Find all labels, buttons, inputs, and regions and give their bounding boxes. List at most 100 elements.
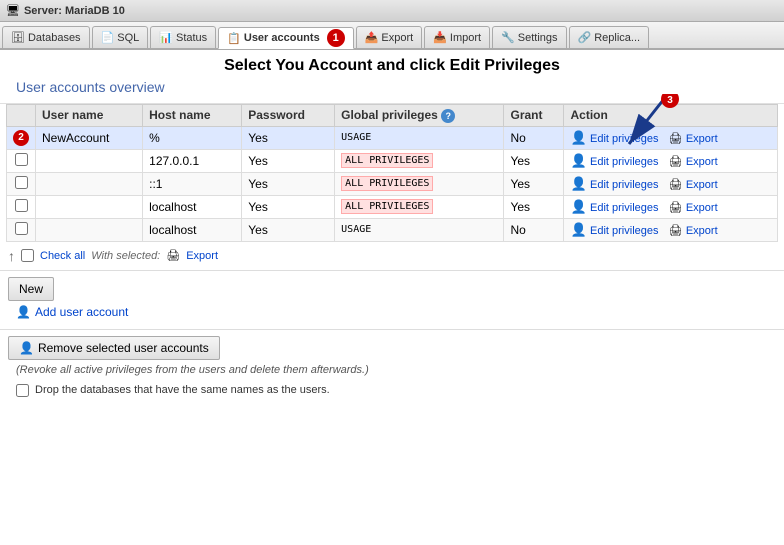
tab-export[interactable]: 📤 Export xyxy=(356,26,423,48)
row4-password: Yes xyxy=(242,195,335,218)
row1-privilege: USAGE xyxy=(335,126,504,149)
step2-badge: 2 xyxy=(13,130,29,146)
row2-password: Yes xyxy=(242,149,335,172)
table-row: 2 NewAccount % Yes USAGE No 👤 xyxy=(7,126,778,149)
row2-edit-link[interactable]: Edit privileges xyxy=(590,156,658,168)
row1-password: Yes xyxy=(242,126,335,149)
row3-export-link[interactable]: Export xyxy=(686,179,718,191)
replication-icon: 🔗 xyxy=(578,31,592,44)
row3-password: Yes xyxy=(242,172,335,195)
row1-username: NewAccount xyxy=(36,126,143,149)
row1-checkbox-cell: 2 xyxy=(7,126,36,149)
row5-password: Yes xyxy=(242,218,335,241)
check-all-label[interactable]: Check all xyxy=(40,250,85,262)
col-grant: Grant xyxy=(504,104,564,126)
remove-note: (Revoke all active privileges from the u… xyxy=(8,360,776,380)
add-user-link[interactable]: 👤 Add user account xyxy=(8,301,776,323)
row4-edit-link[interactable]: Edit privileges xyxy=(590,202,658,214)
row3-privilege: ALL PRIVILEGES xyxy=(335,172,504,195)
row5-user-icon: 👤 xyxy=(570,222,586,237)
table-row: localhost Yes USAGE No 👤 Edit privileges… xyxy=(7,218,778,241)
row4-checkbox-cell xyxy=(7,195,36,218)
row3-checkbox[interactable] xyxy=(15,176,28,189)
row5-grant: No xyxy=(504,218,564,241)
drop-checkbox-row: Drop the databases that have the same na… xyxy=(8,380,776,401)
tab-databases[interactable]: 🗄 Databases xyxy=(2,26,90,48)
row1-action: 👤 Edit privileges 🖨 Export xyxy=(564,126,778,149)
row4-grant: Yes xyxy=(504,195,564,218)
remove-section: 👤 Remove selected user accounts (Revoke … xyxy=(0,329,784,407)
row4-hostname: localhost xyxy=(143,195,242,218)
step1-badge: 1 xyxy=(327,29,345,47)
row4-export-icon: 🖨 xyxy=(669,202,683,214)
table-row: localhost Yes ALL PRIVILEGES Yes 👤 Edit … xyxy=(7,195,778,218)
tab-replication[interactable]: 🔗 Replica... xyxy=(569,26,650,48)
row4-username xyxy=(36,195,143,218)
tab-sql[interactable]: 📄 SQL xyxy=(92,26,149,48)
page-subtitle: User accounts overview xyxy=(10,77,774,101)
row1-edit-link[interactable]: Edit privileges xyxy=(590,133,658,145)
row2-export-icon: 🖨 xyxy=(669,156,683,168)
row3-user-icon: 👤 xyxy=(570,176,586,191)
row2-username xyxy=(36,149,143,172)
with-selected-label: With selected: xyxy=(91,250,160,262)
drop-databases-checkbox[interactable] xyxy=(16,384,29,397)
row3-action: 👤 Edit privileges 🖨 Export xyxy=(564,172,778,195)
row5-export-link[interactable]: Export xyxy=(686,225,718,237)
check-all-checkbox[interactable] xyxy=(21,249,34,262)
server-icon: 🖥 xyxy=(6,4,20,17)
bottom-export-link[interactable]: Export xyxy=(186,250,218,262)
row4-export-link[interactable]: Export xyxy=(686,202,718,214)
table-row: ::1 Yes ALL PRIVILEGES Yes 👤 Edit privil… xyxy=(7,172,778,195)
row3-username xyxy=(36,172,143,195)
row3-checkbox-cell xyxy=(7,172,36,195)
instruction-banner: Select You Account and click Edit Privil… xyxy=(0,50,784,104)
privileges-help-icon[interactable]: ? xyxy=(441,109,455,123)
row2-action: 👤 Edit privileges 🖨 Export xyxy=(564,149,778,172)
remove-button[interactable]: 👤 Remove selected user accounts xyxy=(8,336,220,360)
col-hostname: Host name xyxy=(143,104,242,126)
row5-checkbox[interactable] xyxy=(15,222,28,235)
row5-export-icon: 🖨 xyxy=(669,225,683,237)
row5-hostname: localhost xyxy=(143,218,242,241)
instruction-title: Select You Account and click Edit Privil… xyxy=(10,56,774,77)
row5-privilege: USAGE xyxy=(335,218,504,241)
new-button[interactable]: New xyxy=(8,277,54,301)
remove-user-icon: 👤 xyxy=(19,341,34,355)
row3-export-icon: 🖨 xyxy=(669,179,683,191)
table-row: 127.0.0.1 Yes ALL PRIVILEGES Yes 👤 Edit … xyxy=(7,149,778,172)
tab-settings[interactable]: 🔧 Settings xyxy=(492,26,566,48)
tab-status[interactable]: 📊 Status xyxy=(150,26,216,48)
title-bar-text: Server: MariaDB 10 xyxy=(24,5,125,17)
row2-checkbox[interactable] xyxy=(15,153,28,166)
row2-export-link[interactable]: Export xyxy=(686,156,718,168)
row4-action: 👤 Edit privileges 🖨 Export xyxy=(564,195,778,218)
row2-checkbox-cell xyxy=(7,149,36,172)
new-button-label: New xyxy=(19,282,43,296)
export-tab-icon: 📤 xyxy=(365,31,379,44)
sql-icon: 📄 xyxy=(101,31,115,44)
col-action: Action xyxy=(564,104,778,126)
tab-import[interactable]: 📥 Import xyxy=(424,26,490,48)
row4-user-icon: 👤 xyxy=(570,199,586,214)
row1-user-icon: 👤 xyxy=(570,130,586,145)
row3-edit-link[interactable]: Edit privileges xyxy=(590,179,658,191)
row3-grant: Yes xyxy=(504,172,564,195)
main-content: Select You Account and click Edit Privil… xyxy=(0,50,784,545)
row5-checkbox-cell xyxy=(7,218,36,241)
user-accounts-table: User name Host name Password Global priv… xyxy=(6,104,778,242)
settings-icon: 🔧 xyxy=(501,31,515,44)
status-icon: 📊 xyxy=(159,31,173,44)
row5-edit-link[interactable]: Edit privileges xyxy=(590,225,658,237)
row1-hostname: % xyxy=(143,126,242,149)
tab-user-accounts[interactable]: 📋 User accounts 1 xyxy=(218,27,354,49)
col-password: Password xyxy=(242,104,335,126)
row1-export-link[interactable]: Export xyxy=(686,133,718,145)
tab-bar: 🗄 Databases 📄 SQL 📊 Status 📋 User accoun… xyxy=(0,22,784,50)
col-privileges: Global privileges ? xyxy=(335,104,504,126)
row4-checkbox[interactable] xyxy=(15,199,28,212)
databases-icon: 🗄 xyxy=(11,31,25,44)
row2-privilege: ALL PRIVILEGES xyxy=(335,149,504,172)
check-all-row: ↑ Check all With selected: 🖨 Export xyxy=(0,242,784,270)
row1-grant: No xyxy=(504,126,564,149)
